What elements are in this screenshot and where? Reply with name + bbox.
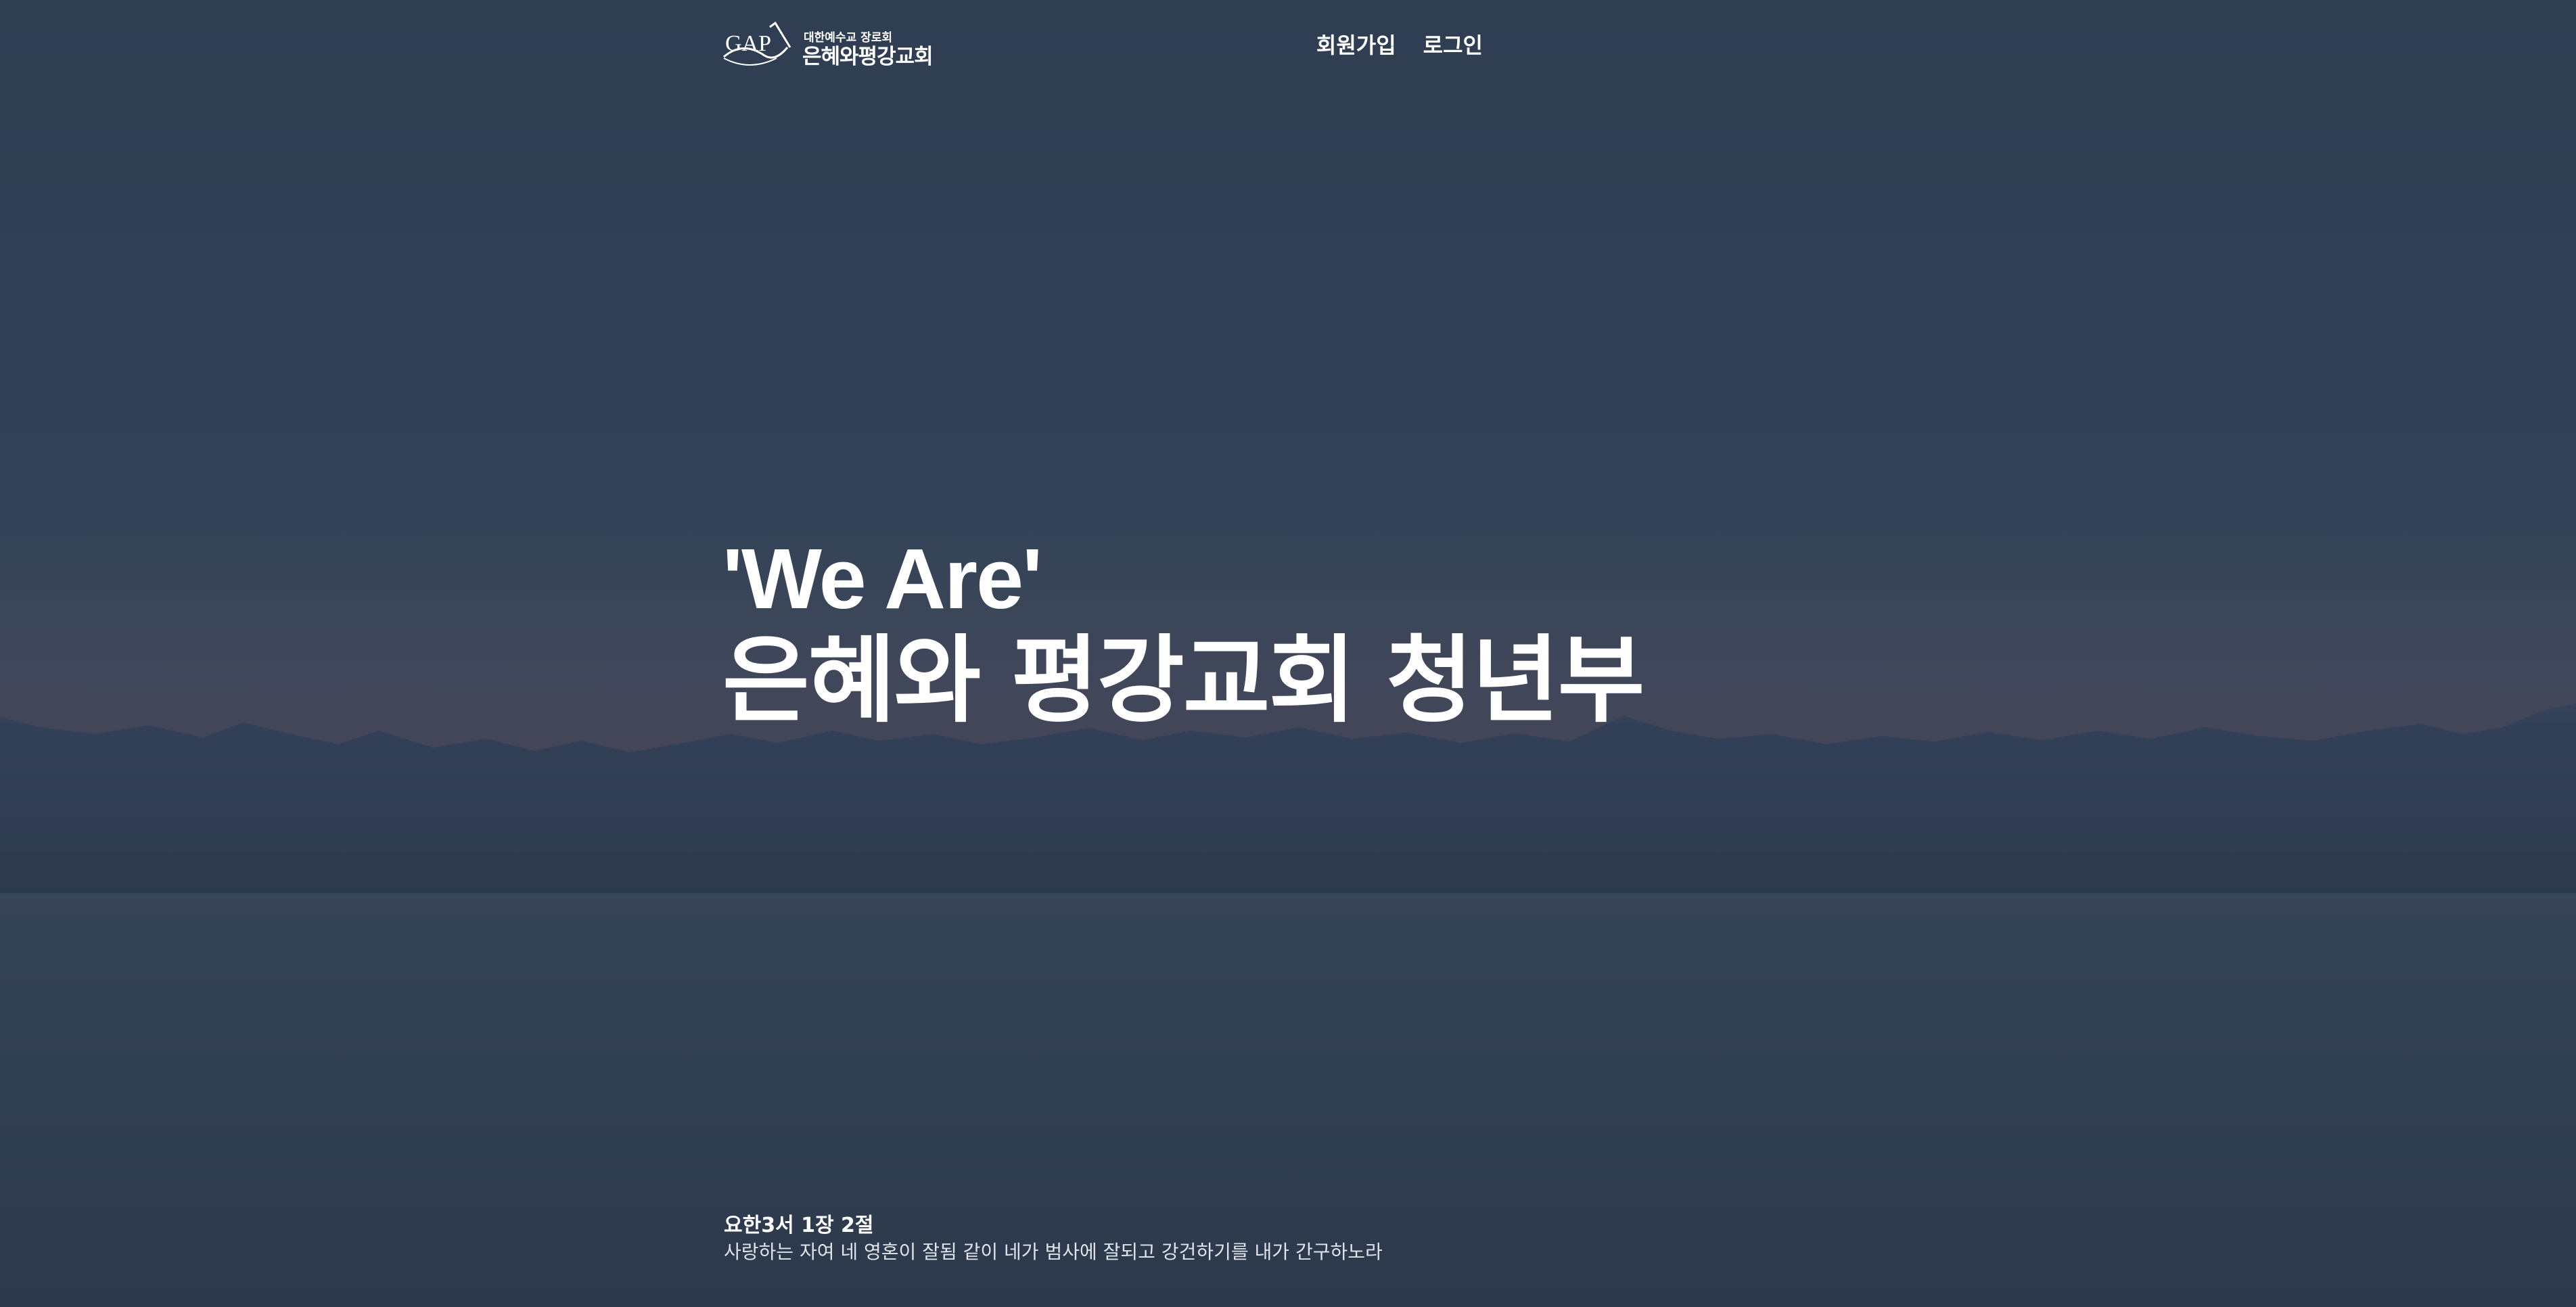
top-nav: 회원가입 로그인	[1316, 28, 1483, 60]
logo-title: 은혜와평강교회	[802, 45, 934, 69]
hero-title: 은혜와 평강교회 청년부	[722, 626, 1644, 736]
hero-tagline: 'We Are'	[722, 531, 1042, 626]
page: GAP 대한예수교 장로회 은혜와평강교회 회원가입 로그인 'We Are' …	[0, 0, 2576, 1307]
site-header: GAP 대한예수교 장로회 은혜와평강교회 회원가입 로그인	[722, 20, 1483, 74]
verse-text: 사랑하는 자여 네 영혼이 잘됨 같이 네가 범사에 잘되고 강건하기를 내가 …	[724, 1241, 1383, 1263]
verse-reference: 요한3서 1장 2절	[724, 1214, 874, 1237]
login-link[interactable]: 로그인	[1423, 28, 1483, 60]
gap-logo-icon: GAP	[723, 21, 791, 66]
signup-link[interactable]: 회원가입	[1316, 28, 1396, 60]
bible-verse: 요한3서 1장 2절 사랑하는 자여 네 영혼이 잘됨 같이 네가 범사에 잘되…	[724, 1212, 1383, 1265]
site-logo[interactable]: GAP 대한예수교 장로회 은혜와평강교회	[722, 20, 939, 74]
hero-heading: 'We Are' 은혜와 평강교회 청년부	[722, 531, 1644, 736]
